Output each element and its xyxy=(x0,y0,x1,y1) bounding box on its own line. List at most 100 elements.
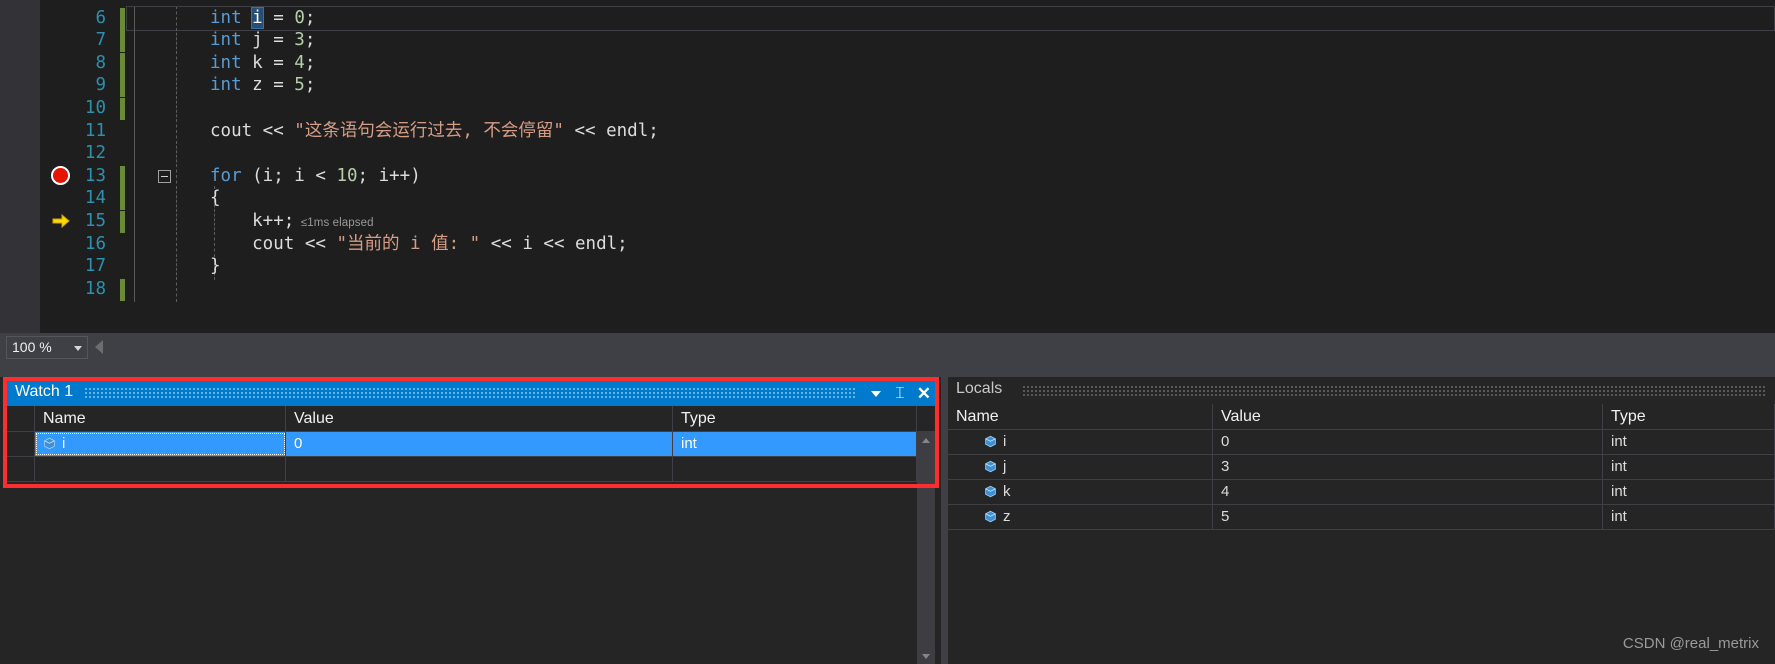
perf-tip-elapsed-label[interactable]: ≤1ms elapsed xyxy=(294,217,374,229)
code-token: int xyxy=(210,52,242,73)
panel-gap-strip xyxy=(0,360,1775,377)
current-statement-arrow-icon[interactable] xyxy=(51,211,71,231)
code-token: for xyxy=(210,165,242,186)
cell-value[interactable]: 0 xyxy=(1213,430,1603,454)
line-number: 18 xyxy=(84,278,106,299)
code-token: cout << xyxy=(210,233,337,254)
cell-type[interactable]: int xyxy=(1603,480,1775,504)
change-indicator-bar xyxy=(120,7,125,30)
code-token: 10 xyxy=(336,165,358,186)
cell-text: 4 xyxy=(1221,483,1230,500)
cell-value[interactable]: 3 xyxy=(1213,455,1603,479)
cell-text: i xyxy=(1003,433,1007,450)
cube-icon xyxy=(984,483,1003,500)
watch-highlight-annotation xyxy=(3,377,939,488)
breakpoint-icon[interactable] xyxy=(51,165,70,185)
cell-text: 5 xyxy=(1221,508,1230,525)
code-token: (i; i < xyxy=(241,165,337,186)
code-token: k = xyxy=(241,52,295,73)
cell-type[interactable]: int xyxy=(1603,455,1775,479)
change-indicator-bar xyxy=(120,256,125,278)
cell-type[interactable]: int xyxy=(1603,430,1775,454)
code-token: 5 xyxy=(294,75,305,96)
editor-zoom-bar: 100 % xyxy=(0,333,1775,360)
cell-text: z xyxy=(1003,508,1011,525)
table-row[interactable]: j 3 int xyxy=(948,455,1775,480)
table-row[interactable]: z 5 int xyxy=(948,505,1775,530)
column-header-name[interactable]: Name xyxy=(948,404,1213,429)
table-row[interactable]: i 0 int xyxy=(948,430,1775,455)
change-indicator-bar xyxy=(120,165,125,188)
cell-text: int xyxy=(1611,483,1627,500)
code-token: ; xyxy=(304,52,316,73)
locals-rows[interactable]: i 0 int j 3 int k 4 int z 5 int xyxy=(948,430,1775,530)
cell-name[interactable]: j xyxy=(948,455,1213,479)
code-token: z = xyxy=(241,75,295,96)
code-token: ; i++) xyxy=(357,165,421,186)
zoom-level-dropdown[interactable]: 100 % xyxy=(6,336,88,359)
cell-text: int xyxy=(1611,508,1627,525)
cell-name[interactable]: z xyxy=(948,505,1213,529)
code-token: "当前的 i 值: " xyxy=(336,233,481,254)
code-line[interactable]: 18 xyxy=(40,276,1775,303)
code-lines-container[interactable]: {6int i = 0;7int j = 3;8int k = 4;9int z… xyxy=(40,0,1775,333)
cube-icon xyxy=(984,508,1003,525)
code-token: int xyxy=(210,7,242,28)
cell-value[interactable]: 4 xyxy=(1213,480,1603,504)
change-indicator-bar xyxy=(120,278,125,301)
selected-identifier: i xyxy=(251,6,264,29)
structure-guide-line xyxy=(134,276,135,303)
indent-guide-line xyxy=(176,276,177,303)
change-indicator-bar xyxy=(120,30,125,53)
zoom-level-value: 100 % xyxy=(12,339,52,355)
change-indicator-bar xyxy=(120,52,125,75)
code-token: cout << xyxy=(210,120,295,141)
cell-value[interactable]: 5 xyxy=(1213,505,1603,529)
cube-icon xyxy=(984,458,1003,475)
watermark-text: CSDN @real_metrix xyxy=(1622,635,1759,652)
code-token: = xyxy=(262,7,295,28)
cell-name[interactable]: k xyxy=(948,480,1213,504)
code-token: j = xyxy=(241,30,295,51)
code-token: { xyxy=(210,188,221,209)
change-indicator-bar xyxy=(120,75,125,98)
code-token: ; xyxy=(304,75,316,96)
table-row[interactable]: k 4 int xyxy=(948,480,1775,505)
cell-text: 3 xyxy=(1221,458,1230,475)
cell-text: k xyxy=(1003,483,1011,500)
column-header-type[interactable]: Type xyxy=(1603,404,1775,429)
code-token: "这条语句会运行过去, 不会停留" xyxy=(294,120,564,141)
change-indicator-bar xyxy=(120,234,125,256)
code-token: ; xyxy=(304,7,316,28)
title-bar-grip-dots xyxy=(1023,386,1765,397)
panel-splitter[interactable] xyxy=(941,377,948,664)
code-token: int xyxy=(210,30,242,51)
locals-title-bar[interactable]: Locals xyxy=(948,377,1775,404)
chevron-down-icon xyxy=(74,346,82,351)
horizontal-split-icon[interactable] xyxy=(95,340,103,354)
code-token: } xyxy=(210,256,221,277)
scroll-down-arrow-icon[interactable] xyxy=(917,647,935,664)
code-token: k++; xyxy=(210,211,295,231)
locals-column-headers[interactable]: Name Value Type xyxy=(948,404,1775,430)
column-header-value[interactable]: Value xyxy=(1213,404,1603,429)
locals-grid[interactable]: Name Value Type i 0 int j 3 int k 4 int z 5 int xyxy=(948,404,1775,664)
cell-name[interactable]: i xyxy=(948,430,1213,454)
cell-text: int xyxy=(1611,433,1627,450)
code-token: << endl; xyxy=(563,120,659,141)
cell-type[interactable]: int xyxy=(1603,505,1775,529)
collapse-region-icon[interactable] xyxy=(158,169,171,183)
locals-title-label: Locals xyxy=(956,380,1003,397)
change-indicator-bar xyxy=(120,121,125,143)
editor-indicator-margin[interactable] xyxy=(0,0,40,333)
cube-icon xyxy=(984,433,1003,450)
code-token: 4 xyxy=(294,52,305,73)
code-token: int xyxy=(210,75,242,96)
code-token: ; xyxy=(304,30,316,51)
code-editor[interactable]: {6int i = 0;7int j = 3;8int k = 4;9int z… xyxy=(0,0,1775,333)
locals-window[interactable]: Locals Name Value Type i 0 int j 3 int k 4 int z 5 in… xyxy=(948,377,1775,664)
code-token: 3 xyxy=(294,30,305,51)
cell-text: 0 xyxy=(1221,433,1230,450)
cell-text: int xyxy=(1611,458,1627,475)
